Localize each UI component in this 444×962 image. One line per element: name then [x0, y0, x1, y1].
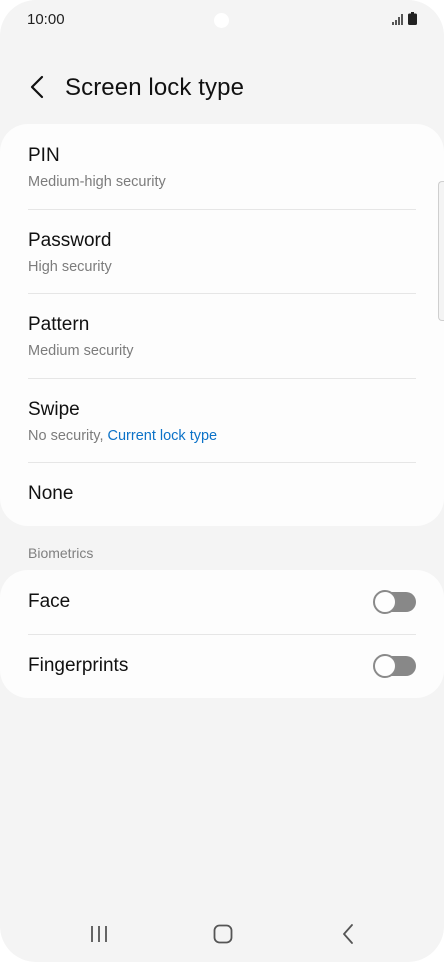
lock-option-subtitle: No security, Current lock type	[28, 428, 416, 444]
lock-option-subtitle: Medium-high security	[28, 174, 166, 190]
lock-option-title: Password	[28, 229, 112, 251]
biometric-title: Fingerprints	[28, 655, 129, 676]
subtitle-prefix: No security,	[28, 427, 108, 444]
app-header: Screen lock type	[0, 60, 444, 116]
lock-option-swipe[interactable]: Swipe No security, Current lock type	[0, 377, 444, 463]
recent-apps-button[interactable]	[85, 920, 113, 948]
biometric-fingerprints[interactable]: Fingerprints	[0, 634, 444, 698]
nav-back-button[interactable]	[334, 920, 362, 948]
biometric-face[interactable]: Face	[0, 570, 444, 634]
status-time: 10:00	[27, 11, 65, 28]
recent-apps-icon	[91, 926, 107, 942]
section-label-biometrics: Biometrics	[28, 545, 94, 561]
fingerprints-toggle[interactable]	[373, 654, 416, 678]
status-bar: 10:00	[0, 0, 444, 40]
lock-option-pin[interactable]: PIN Medium-high security	[0, 124, 444, 209]
back-arrow-icon	[30, 75, 44, 99]
face-toggle[interactable]	[373, 590, 416, 614]
current-lock-type-label: Current lock type	[107, 427, 218, 444]
back-button[interactable]	[22, 72, 52, 102]
toggle-knob	[373, 654, 397, 678]
lock-option-title: Pattern	[28, 314, 90, 335]
biometrics-list: Face Fingerprints	[0, 570, 444, 698]
page-title: Screen lock type	[65, 74, 245, 101]
lock-option-subtitle: Medium security	[28, 343, 134, 359]
scrollbar[interactable]	[438, 181, 444, 321]
lock-option-title: PIN	[28, 145, 60, 166]
back-icon	[343, 924, 353, 944]
biometric-title: Face	[28, 591, 71, 612]
lock-option-title: None	[28, 483, 74, 504]
home-button[interactable]	[209, 920, 237, 948]
navigation-bar	[0, 904, 444, 962]
phone-screen: 10:00 Screen lock type PIN Medium-high s…	[0, 0, 444, 962]
camera-cutout	[214, 13, 229, 28]
lock-type-list: PIN Medium-high security Password High s…	[0, 124, 444, 526]
lock-option-none[interactable]: None	[0, 462, 444, 525]
home-icon	[213, 924, 233, 944]
lock-option-title: Swipe	[28, 398, 80, 420]
status-icons	[392, 12, 417, 25]
lock-option-password[interactable]: Password High security	[0, 208, 444, 294]
lock-option-subtitle: High security	[28, 258, 112, 275]
battery-icon	[408, 12, 417, 25]
lock-option-pattern[interactable]: Pattern Medium security	[0, 293, 444, 378]
toggle-knob	[373, 590, 397, 614]
signal-icon	[392, 14, 403, 25]
